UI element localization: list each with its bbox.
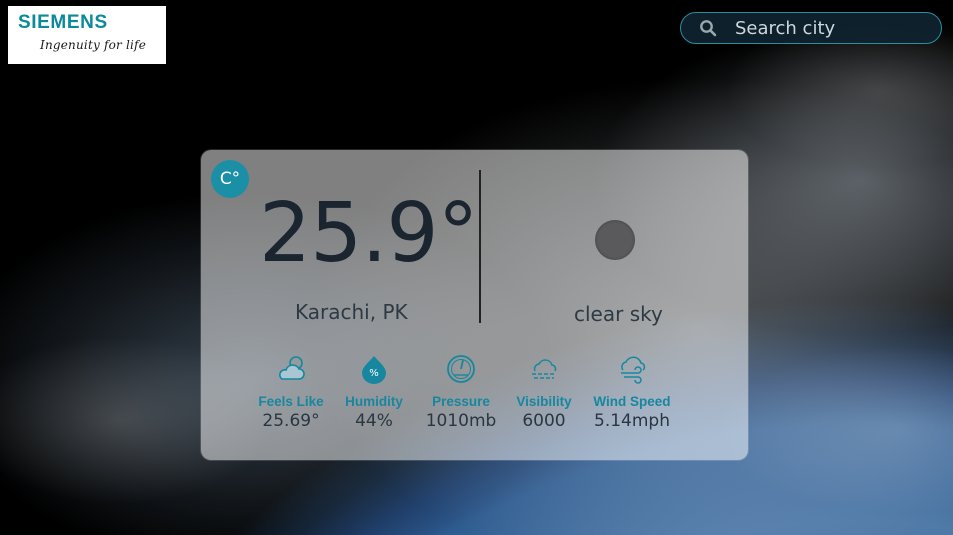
stat-visibility: Visibility 6000 [509,352,579,431]
stat-label: Humidity [345,394,403,409]
wind-cloud-icon [621,356,646,384]
search-icon [700,20,717,37]
stat-humidity: % Humidity 44% [337,352,411,431]
pressure-gauge-icon [447,355,475,383]
stat-label: Pressure [432,394,490,409]
weather-card: C° 25.9° Karachi, PK clear sky Feels Lik… [201,150,748,460]
stat-label: Feels Like [258,394,324,409]
siemens-logo: SIEMENS Ingenuity for life [8,6,166,64]
stat-value: 5.14mph [594,411,670,431]
weather-stats: Feels Like 25.69° % Humidity 44% Pressur… [251,352,681,442]
stat-wind-speed: Wind Speed 5.14mph [587,352,677,431]
location: Karachi, PK [295,300,408,324]
stat-pressure: Pressure 1010mb [421,352,501,431]
stat-value: 25.69° [262,411,320,431]
fog-icon [532,359,557,379]
humidity-drop-icon: % [362,356,386,384]
stat-value: 6000 [522,411,566,431]
stat-label: Visibility [516,394,572,409]
logo-tagline: Ingenuity for life [40,38,146,52]
search-bar[interactable] [680,12,942,44]
stat-value: 1010mb [425,411,497,431]
clear-sky-icon [595,220,635,260]
stat-label: Wind Speed [593,394,671,409]
stat-value: 44% [355,411,393,431]
logo-brand: SIEMENS [18,12,108,33]
condition-text: clear sky [574,302,663,326]
unit-toggle-button[interactable]: C° [211,160,249,198]
divider [479,170,481,323]
svg-text:%: % [369,368,379,379]
temperature: 25.9° [259,186,479,281]
cloud-sun-icon [279,356,305,380]
stat-feels-like: Feels Like 25.69° [251,352,331,431]
search-input[interactable] [733,16,937,40]
